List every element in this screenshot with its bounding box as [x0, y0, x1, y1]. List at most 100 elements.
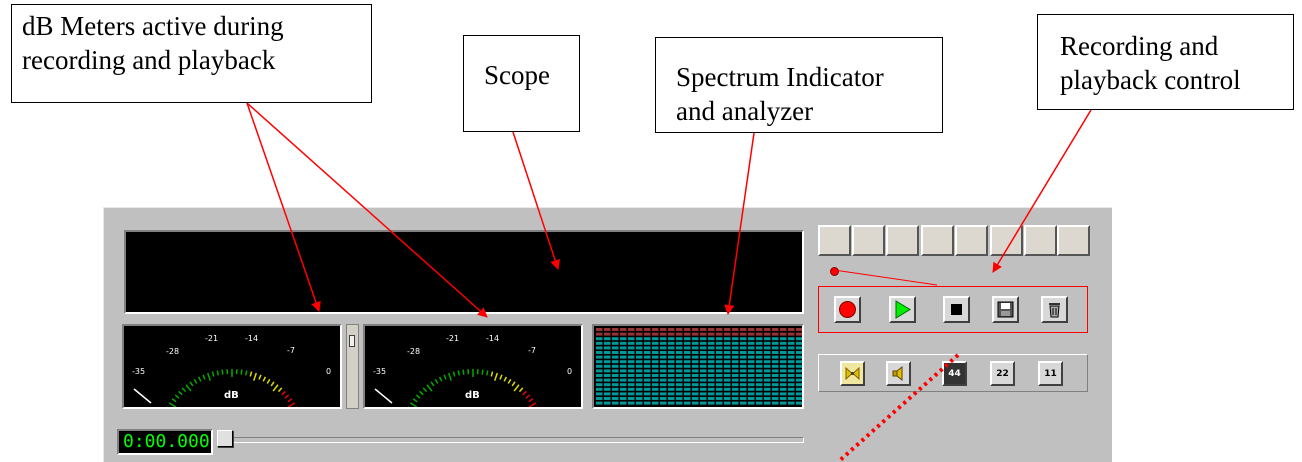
spectrum-cell — [724, 337, 731, 341]
callout-spectrum-line1: Spectrum Indicator — [676, 62, 884, 92]
spectrum-cell — [596, 378, 603, 382]
spectrum-cell — [684, 383, 691, 387]
meter-tick — [511, 381, 516, 387]
rate-22-button[interactable]: 22 — [990, 361, 1015, 386]
spectrum-cell — [764, 369, 771, 373]
spectrum-cell — [612, 383, 619, 387]
spectrum-cell — [604, 374, 611, 377]
save-button[interactable] — [992, 296, 1019, 323]
stop-button[interactable] — [943, 296, 970, 323]
blank-button-8[interactable] — [1057, 225, 1090, 256]
spectrum-cell — [636, 364, 643, 368]
db-meter-right-dial: -35 -28 -21 -14 -7 0 dB — [373, 334, 572, 407]
spectrum-cell — [748, 355, 755, 359]
meter-tick — [486, 370, 489, 376]
spectrum-cell — [676, 351, 683, 354]
spectrum-cell — [708, 355, 715, 359]
spectrum-cell — [748, 328, 755, 331]
blank-button-1[interactable] — [818, 225, 851, 256]
spectrum-cell — [652, 392, 659, 396]
spectrum-cell — [788, 360, 795, 364]
spectrum-cell — [604, 364, 611, 368]
spectrum-cell — [764, 355, 771, 359]
spectrum-cell — [724, 364, 731, 368]
meter-tick — [193, 378, 198, 384]
meter-tick — [181, 387, 187, 393]
spectrum-cell — [796, 383, 802, 387]
spectrum-cell — [796, 355, 802, 359]
spectrum-cell — [668, 346, 675, 350]
spectrum-cell — [740, 332, 747, 336]
spectrum-cell — [636, 387, 643, 391]
spectrum-cell — [740, 383, 747, 387]
spectrum-cell — [772, 383, 779, 387]
spectrum-cell — [692, 328, 699, 331]
volume-slider-thumb[interactable] — [349, 335, 355, 347]
spectrum-cell — [700, 364, 707, 368]
rate-11-button[interactable]: 11 — [1038, 361, 1063, 386]
spectrum-cell — [772, 328, 779, 331]
spectrum-cell — [652, 378, 659, 382]
meter-tick — [266, 378, 271, 384]
spectrum-cell — [692, 374, 699, 377]
blank-button-3[interactable] — [886, 225, 919, 256]
spectrum-cell — [644, 397, 651, 400]
record-button[interactable] — [834, 296, 861, 323]
spectrum-cell — [788, 341, 795, 345]
spectrum-cell — [596, 383, 603, 387]
meter-tick — [281, 390, 286, 396]
spectrum-cell — [612, 364, 619, 368]
spectrum-cell — [644, 341, 651, 345]
spectrum-cell — [716, 369, 723, 373]
speaker-button[interactable] — [886, 361, 911, 386]
delete-button[interactable] — [1041, 296, 1068, 323]
blank-button-2[interactable] — [852, 225, 885, 256]
spectrum-cell — [796, 397, 802, 400]
seek-slider-thumb[interactable] — [217, 430, 233, 447]
spectrum-cell — [748, 392, 755, 396]
meter-tick — [189, 381, 194, 387]
spectrum-cell — [788, 369, 795, 373]
spectrum-cell — [612, 355, 619, 359]
meter-unit-label: dB — [224, 390, 239, 401]
meter-tick — [211, 371, 215, 377]
spectrum-cell — [636, 378, 643, 382]
play-button[interactable] — [889, 296, 916, 323]
spectrum-cell — [796, 392, 802, 396]
spectrum-cell — [668, 351, 675, 354]
spectrum-cell — [660, 364, 667, 368]
loop-button[interactable] — [840, 361, 865, 386]
blank-button-5[interactable] — [955, 225, 988, 256]
spectrum-cell — [652, 364, 659, 368]
spectrum-cell — [604, 392, 611, 396]
volume-slider[interactable] — [346, 324, 359, 409]
spectrum-cell — [652, 387, 659, 391]
spectrum-cell — [660, 387, 667, 391]
spectrum-cell — [644, 378, 651, 382]
spectrum-cell — [604, 387, 611, 391]
spectrum-cell — [796, 351, 802, 354]
blank-button-7[interactable] — [1024, 225, 1057, 256]
spectrum-cell — [780, 332, 787, 336]
meter-tick — [287, 398, 293, 403]
spectrum-cell — [724, 355, 731, 359]
spectrum-cell — [716, 374, 723, 377]
spectrum-cell — [724, 332, 731, 336]
meter-tick — [457, 370, 460, 376]
rate-44-button[interactable]: 44 — [942, 361, 967, 386]
spectrum-cell — [684, 387, 691, 391]
meter-tick-label: -21 — [446, 334, 459, 343]
spectrum-cell — [620, 383, 627, 387]
seek-track[interactable] — [232, 437, 804, 443]
spectrum-cell — [740, 387, 747, 391]
meter-tick — [412, 398, 418, 403]
spectrum-cell — [620, 392, 627, 396]
blank-button-6[interactable] — [990, 225, 1023, 256]
spectrum-cell — [764, 383, 771, 387]
spectrum-cell — [596, 355, 603, 359]
spectrum-cell — [740, 355, 747, 359]
spectrum-cell — [660, 392, 667, 396]
blank-button-4[interactable] — [921, 225, 954, 256]
spectrum-cell — [612, 378, 619, 382]
spectrum-cell — [772, 369, 779, 373]
